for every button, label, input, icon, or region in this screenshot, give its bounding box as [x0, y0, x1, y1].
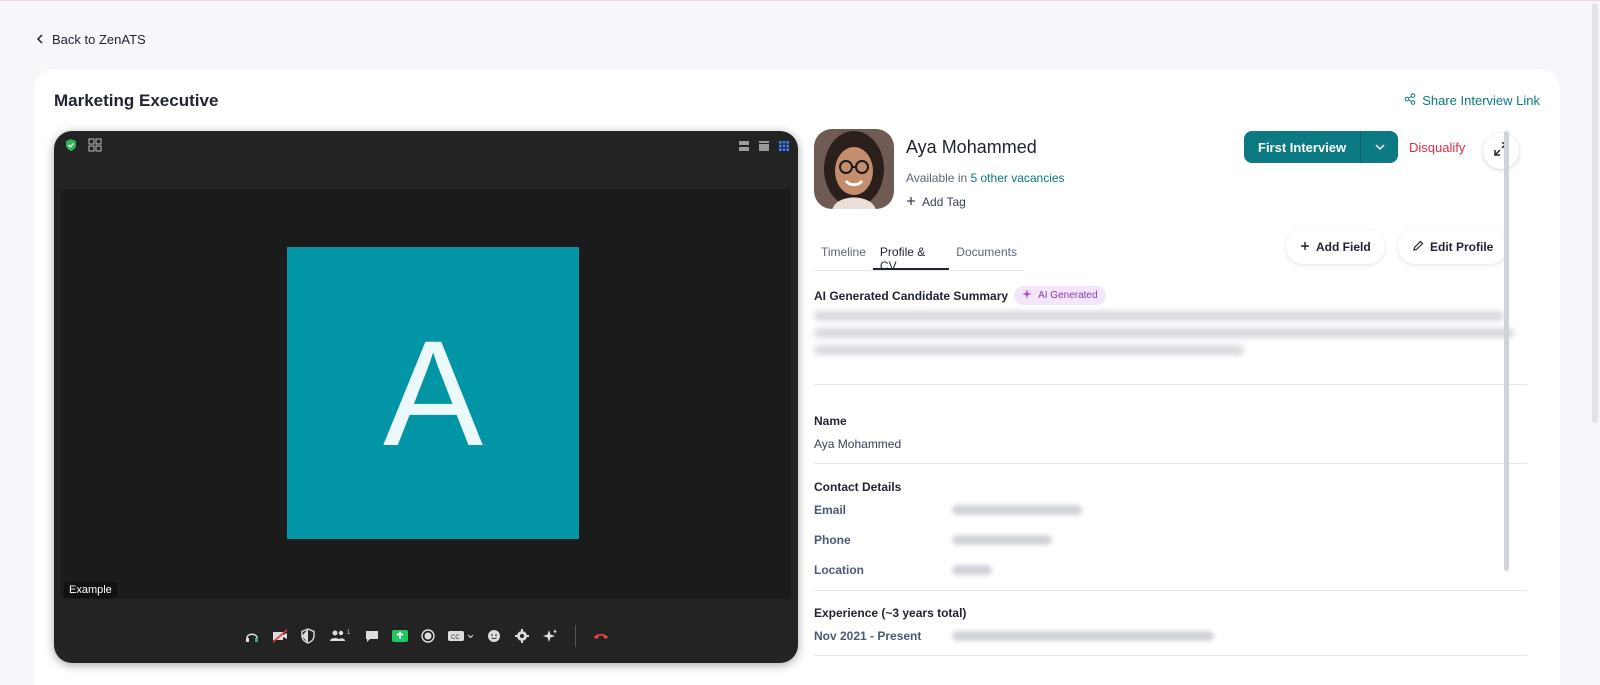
- location-label: Location: [814, 563, 864, 577]
- camera-off-icon[interactable]: [271, 627, 289, 645]
- panel-scrollbar[interactable]: [1504, 131, 1509, 571]
- divider: [814, 590, 1527, 591]
- svg-text:1: 1: [347, 630, 351, 636]
- email-value-redacted: [952, 505, 1082, 515]
- security-shield-icon[interactable]: [299, 627, 317, 645]
- headphones-icon[interactable]: [243, 627, 261, 645]
- pencil-icon: [1412, 240, 1424, 255]
- chevron-down-icon: [1375, 138, 1385, 156]
- divider: [814, 655, 1527, 656]
- video-stage: A Example: [61, 189, 791, 599]
- shield-check-icon: [64, 138, 78, 157]
- add-tag-label: Add Tag: [922, 195, 966, 209]
- tab-documents[interactable]: Documents: [949, 239, 1024, 270]
- disqualify-button[interactable]: Disqualify: [1409, 140, 1465, 155]
- stage-button[interactable]: First Interview: [1244, 131, 1361, 163]
- share-interview-link[interactable]: Share Interview Link: [1404, 93, 1540, 108]
- grid-view-icon[interactable]: [88, 138, 102, 157]
- tab-timeline[interactable]: Timeline: [814, 239, 873, 270]
- phone-label: Phone: [814, 533, 851, 547]
- sparkle-icon: [1022, 289, 1033, 302]
- layout-speaker-icon[interactable]: [758, 139, 770, 157]
- chat-icon[interactable]: [363, 627, 381, 645]
- summary-text-redacted: [814, 311, 1514, 362]
- controls-divider: [574, 625, 576, 647]
- add-tag-button[interactable]: Add Tag: [906, 195, 966, 209]
- plus-icon: [906, 195, 916, 209]
- captions-icon[interactable]: CC: [447, 627, 475, 645]
- call-controls: 1 CC: [54, 619, 798, 653]
- ai-sparkle-icon[interactable]: [541, 627, 559, 645]
- page-title: Marketing Executive: [54, 91, 219, 110]
- avatar: [814, 129, 894, 209]
- share-icon: [1404, 93, 1416, 108]
- availability-text: Available in 5 other vacancies: [906, 171, 1065, 185]
- participants-icon[interactable]: 1: [327, 627, 353, 645]
- record-icon[interactable]: [419, 627, 437, 645]
- name-value: Aya Mohammed: [814, 437, 902, 451]
- svg-text:CC: CC: [451, 635, 460, 641]
- edit-profile-button[interactable]: Edit Profile: [1398, 230, 1508, 264]
- video-call-panel: A Example 1 CC: [54, 131, 798, 663]
- plus-icon: [1300, 240, 1310, 254]
- stage-split-button: First Interview: [1244, 131, 1399, 163]
- chevron-left-icon: [36, 32, 44, 47]
- layout-gallery-icon[interactable]: [778, 139, 790, 157]
- stage-dropdown-button[interactable]: [1360, 131, 1399, 163]
- layout-stack-icon[interactable]: [738, 139, 750, 157]
- experience-date: Nov 2021 - Present: [814, 629, 922, 643]
- summary-heading: AI Generated Candidate Summary AI Genera…: [814, 286, 1106, 305]
- reactions-icon[interactable]: [485, 627, 503, 645]
- profile-tabs: Timeline Profile & CV Documents: [814, 239, 1024, 273]
- add-field-label: Add Field: [1316, 240, 1371, 254]
- contact-section-label: Contact Details: [814, 480, 902, 494]
- divider: [814, 384, 1527, 385]
- phone-value-redacted: [952, 535, 1052, 545]
- expand-button[interactable]: [1483, 133, 1519, 169]
- back-link-label: Back to ZenATS: [52, 32, 146, 47]
- location-value-redacted: [952, 565, 992, 575]
- email-label: Email: [814, 503, 847, 517]
- add-field-button[interactable]: Add Field: [1286, 230, 1385, 264]
- main-card: Marketing Executive Share Interview Link: [34, 69, 1560, 685]
- divider: [814, 463, 1527, 464]
- candidate-panel: Aya Mohammed Available in 5 other vacanc…: [814, 129, 1544, 685]
- participant-initial: A: [382, 308, 484, 477]
- ai-generated-badge: AI Generated: [1014, 286, 1106, 305]
- participant-name-label: Example: [64, 582, 117, 598]
- availability-prefix: Available in: [906, 171, 968, 185]
- candidate-name: Aya Mohammed: [906, 137, 1037, 157]
- end-call-icon[interactable]: [592, 627, 610, 645]
- tab-profile-cv[interactable]: Profile & CV: [872, 239, 950, 273]
- edit-profile-label: Edit Profile: [1430, 240, 1494, 254]
- back-link[interactable]: Back to ZenATS: [36, 32, 146, 47]
- page-scrollbar[interactable]: [1592, 3, 1598, 423]
- share-link-label: Share Interview Link: [1422, 93, 1540, 108]
- ai-badge-label: AI Generated: [1038, 290, 1098, 301]
- experience-role-redacted: [952, 631, 1214, 641]
- experience-section-label: Experience (~3 years total): [814, 606, 967, 620]
- share-screen-icon[interactable]: [391, 627, 409, 645]
- settings-icon[interactable]: [513, 627, 531, 645]
- participant-tile[interactable]: A: [287, 247, 579, 539]
- other-vacancies-link[interactable]: 5 other vacancies: [971, 171, 1065, 185]
- name-section-label: Name: [814, 414, 847, 428]
- summary-title: AI Generated Candidate Summary: [814, 288, 1009, 303]
